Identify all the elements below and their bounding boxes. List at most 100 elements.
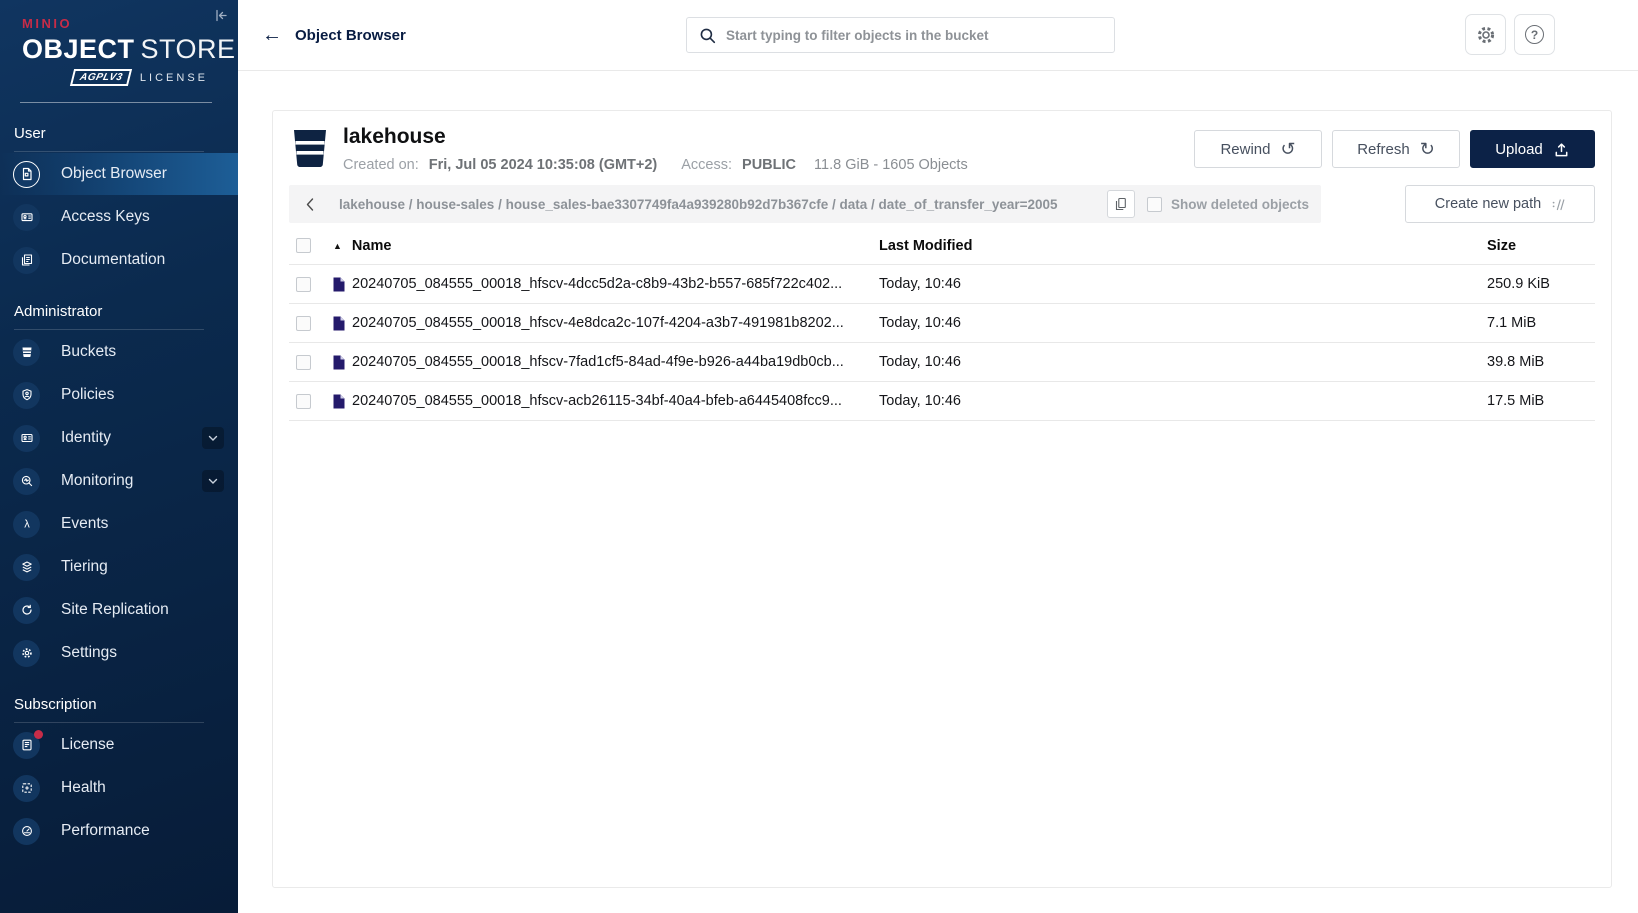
row-cell-select <box>289 316 333 331</box>
search-icon <box>699 27 716 44</box>
access-value[interactable]: PUBLIC <box>742 156 796 175</box>
modified-column-header[interactable]: Last Modified <box>879 238 1487 254</box>
select-all-checkbox[interactable] <box>296 238 311 253</box>
table-row[interactable]: 20240705_084555_00018_hfscv-acb26115-34b… <box>289 382 1595 421</box>
header-cell-select <box>289 238 333 253</box>
table-row[interactable]: 20240705_084555_00018_hfscv-4dcc5d2a-c8b… <box>289 265 1595 304</box>
file-icon <box>333 394 345 409</box>
logo-title-bold: OBJECT <box>22 34 135 64</box>
buckets-icon <box>13 339 40 366</box>
breadcrumb[interactable]: lakehouse / house-sales / house_sales-ba… <box>329 197 1107 212</box>
upload-button[interactable]: Upload <box>1470 130 1595 168</box>
object-modified: Today, 10:46 <box>879 276 1487 292</box>
sidebar-item-label: Access Keys <box>61 208 150 226</box>
sidebar-item-events[interactable]: λ Events <box>0 503 238 545</box>
show-deleted-label: Show deleted objects <box>1171 197 1309 212</box>
settings-button[interactable] <box>1465 14 1506 55</box>
object-size: 7.1 MiB <box>1487 315 1595 331</box>
access-label: Access: <box>681 156 732 175</box>
row-cell-name: 20240705_084555_00018_hfscv-4dcc5d2a-c8b… <box>333 276 879 292</box>
svg-text:λ: λ <box>24 519 30 531</box>
created-on-value: Fri, Jul 05 2024 10:35:08 (GMT+2) <box>429 156 657 175</box>
sidebar-item-policies[interactable]: Policies <box>0 374 238 416</box>
chevron-down-icon[interactable] <box>202 427 224 449</box>
sidebar-item-documentation[interactable]: Documentation <box>0 239 238 281</box>
sidebar-item-object-browser[interactable]: Object Browser <box>0 153 238 195</box>
sidebar-item-settings[interactable]: Settings <box>0 632 238 674</box>
object-filter-searchbox <box>686 17 1115 53</box>
row-checkbox[interactable] <box>296 394 311 409</box>
sidebar-collapse-icon[interactable] <box>214 8 229 23</box>
identity-icon <box>13 425 40 452</box>
license-alert-dot <box>34 730 43 739</box>
row-cell-name: 20240705_084555_00018_hfscv-acb26115-34b… <box>333 393 879 409</box>
sidebar-item-performance[interactable]: Performance <box>0 810 238 852</box>
license-icon <box>13 732 40 759</box>
header-cell-name[interactable]: ▲ Name <box>333 238 879 254</box>
object-browser-icon <box>13 161 40 188</box>
help-button[interactable]: ? <box>1514 14 1555 55</box>
access-keys-icon <box>13 204 40 231</box>
row-checkbox[interactable] <box>296 355 311 370</box>
upload-button-label: Upload <box>1495 141 1543 158</box>
create-new-path-label: Create new path <box>1435 196 1541 212</box>
show-deleted-toggle[interactable]: Show deleted objects <box>1147 197 1309 212</box>
size-column-header[interactable]: Size <box>1487 238 1595 254</box>
table-row[interactable]: 20240705_084555_00018_hfscv-4e8dca2c-107… <box>289 304 1595 343</box>
sidebar-divider <box>20 102 212 103</box>
sidebar-item-tiering[interactable]: Tiering <box>0 546 238 588</box>
bucket-panel: lakehouse Created on: Fri, Jul 05 2024 1… <box>272 110 1612 888</box>
create-new-path-button[interactable]: Create new path <box>1405 185 1595 223</box>
object-name: 20240705_084555_00018_hfscv-7fad1cf5-84a… <box>352 354 844 370</box>
refresh-button-label: Refresh <box>1357 141 1410 158</box>
bucket-meta: Created on: Fri, Jul 05 2024 10:35:08 (G… <box>343 156 968 175</box>
logo-license-row: AGPLV3 LICENSE <box>22 69 208 86</box>
refresh-icon: ↻ <box>1420 140 1435 158</box>
sidebar-item-identity[interactable]: Identity <box>0 417 238 459</box>
rewind-button[interactable]: Rewind ↺ <box>1194 130 1322 168</box>
bucket-title-block: lakehouse Created on: Fri, Jul 05 2024 1… <box>343 125 968 175</box>
minio-logo: MINIO OBJECTSTORE AGPLV3 LICENSE <box>22 16 208 86</box>
sidebar-item-label: Monitoring <box>61 472 133 490</box>
row-checkbox[interactable] <box>296 277 311 292</box>
breadcrumb-back-button[interactable] <box>289 185 329 223</box>
object-name: 20240705_084555_00018_hfscv-4dcc5d2a-c8b… <box>352 276 842 292</box>
row-checkbox[interactable] <box>296 316 311 331</box>
logo-title: OBJECTSTORE <box>22 34 208 65</box>
page-back-button[interactable]: ← Object Browser <box>262 0 406 70</box>
table-row[interactable]: 20240705_084555_00018_hfscv-7fad1cf5-84a… <box>289 343 1595 382</box>
show-deleted-checkbox[interactable] <box>1147 197 1162 212</box>
sidebar-section-administrator: Administrator <box>14 303 238 320</box>
rewind-icon: ↺ <box>1280 140 1295 158</box>
sidebar-item-label: Settings <box>61 644 117 662</box>
new-path-icon <box>1551 198 1565 211</box>
row-cell-select <box>289 394 333 409</box>
sidebar-item-label: Buckets <box>61 343 116 361</box>
upload-icon <box>1553 141 1570 158</box>
bucket-actions: Rewind ↺ Refresh ↻ Upload <box>1194 130 1595 168</box>
license-word: LICENSE <box>140 72 208 84</box>
search-input[interactable] <box>726 28 1102 43</box>
sidebar-item-license[interactable]: License <box>0 724 238 766</box>
refresh-button[interactable]: Refresh ↻ <box>1332 130 1460 168</box>
sidebar-item-monitoring[interactable]: Monitoring <box>0 460 238 502</box>
sidebar-item-site-replication[interactable]: Site Replication <box>0 589 238 631</box>
chevron-down-icon[interactable] <box>202 470 224 492</box>
sidebar-item-access-keys[interactable]: Access Keys <box>0 196 238 238</box>
object-size: 17.5 MiB <box>1487 393 1595 409</box>
sidebar-item-buckets[interactable]: Buckets <box>0 331 238 373</box>
sidebar-item-label: Policies <box>61 386 114 404</box>
sidebar-item-label: Site Replication <box>61 601 169 619</box>
copy-path-button[interactable] <box>1107 190 1135 218</box>
monitoring-icon <box>13 468 40 495</box>
events-icon: λ <box>13 511 40 538</box>
performance-icon <box>13 818 40 845</box>
object-name: 20240705_084555_00018_hfscv-4e8dca2c-107… <box>352 315 844 331</box>
row-cell-name: 20240705_084555_00018_hfscv-7fad1cf5-84a… <box>333 354 879 370</box>
documentation-icon <box>13 247 40 274</box>
sidebar-item-health[interactable]: Health <box>0 767 238 809</box>
topbar-actions: ? <box>1465 14 1555 55</box>
object-name: 20240705_084555_00018_hfscv-acb26115-34b… <box>352 393 842 409</box>
policies-icon <box>13 382 40 409</box>
section-divider <box>14 151 204 152</box>
